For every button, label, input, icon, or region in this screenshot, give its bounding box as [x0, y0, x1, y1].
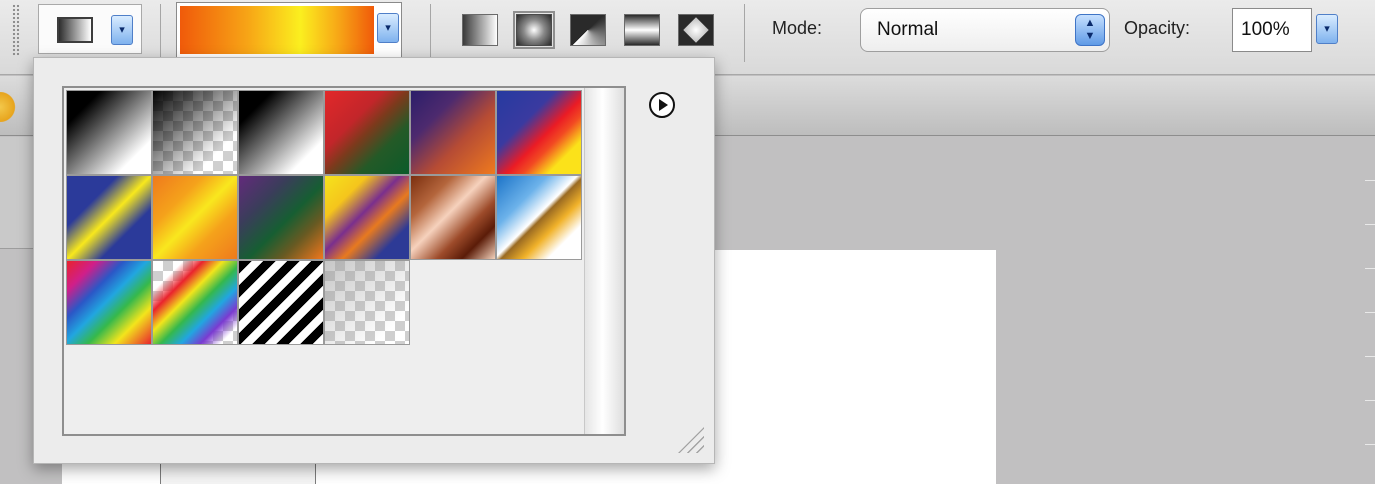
gradient-preset-swatch[interactable] — [324, 90, 410, 175]
gradient-preset-swatch[interactable] — [496, 90, 582, 175]
gradient-preset-swatch[interactable] — [324, 260, 410, 345]
angle-gradient-button[interactable] — [570, 14, 606, 46]
toolbar-separator — [744, 4, 745, 62]
resize-grip-icon[interactable] — [678, 427, 704, 453]
gradient-presets-popup — [33, 57, 715, 464]
linear-gradient-button[interactable] — [462, 14, 498, 46]
play-circle-icon[interactable] — [649, 92, 675, 118]
gradient-preset-swatch[interactable] — [152, 260, 238, 345]
gradient-preset-swatch[interactable] — [238, 175, 324, 260]
tool-icon[interactable] — [0, 92, 22, 122]
gradient-preset-swatch[interactable] — [238, 260, 324, 345]
blend-mode-value: Normal — [877, 19, 939, 40]
canvas-status-tab[interactable] — [160, 462, 316, 484]
opacity-input[interactable]: 100% — [1232, 8, 1312, 52]
tool-preset-dropdown-button[interactable]: ▾ — [111, 15, 133, 45]
toolbar-separator — [430, 4, 431, 62]
opacity-label: Opacity: — [1124, 18, 1191, 38]
current-gradient-swatch[interactable] — [180, 6, 374, 54]
gradient-preset-swatch[interactable] — [152, 175, 238, 260]
gradient-presets-grid — [62, 86, 626, 436]
gradient-preset-swatch[interactable] — [410, 175, 496, 260]
reflected-gradient-button[interactable] — [624, 14, 660, 46]
toolbar-grip[interactable] — [12, 4, 20, 56]
gradient-picker-dropdown-button[interactable]: ▾ — [377, 13, 399, 43]
opacity-dropdown-button[interactable]: ▾ — [1316, 14, 1338, 44]
blend-mode-select[interactable]: Normal ▲ ▼ — [860, 8, 1110, 52]
radial-gradient-button[interactable] — [513, 11, 555, 49]
gradient-preset-swatch[interactable] — [410, 90, 496, 175]
toolbar-separator — [160, 4, 161, 62]
updown-arrows-icon[interactable]: ▲ ▼ — [1075, 14, 1105, 46]
gradient-preset-swatch[interactable] — [66, 90, 152, 175]
gradient-preset-swatch[interactable] — [496, 175, 582, 260]
gradient-preset-swatch[interactable] — [324, 175, 410, 260]
mode-label: Mode: — [772, 18, 823, 38]
gradient-preset-swatch[interactable] — [238, 90, 324, 175]
diamond-gradient-button[interactable] — [678, 14, 714, 46]
gradient-preset-swatch[interactable] — [66, 260, 152, 345]
tool-preset-picker[interactable]: ▾ — [38, 4, 142, 54]
tool-preset-thumbnail — [57, 17, 93, 43]
presets-scrollbar[interactable] — [584, 88, 624, 434]
gradient-preset-swatch[interactable] — [152, 90, 238, 175]
gradient-editor-preview[interactable]: ▾ — [176, 2, 402, 58]
gradient-preset-swatch[interactable] — [66, 175, 152, 260]
right-panel-edge — [1365, 137, 1375, 484]
